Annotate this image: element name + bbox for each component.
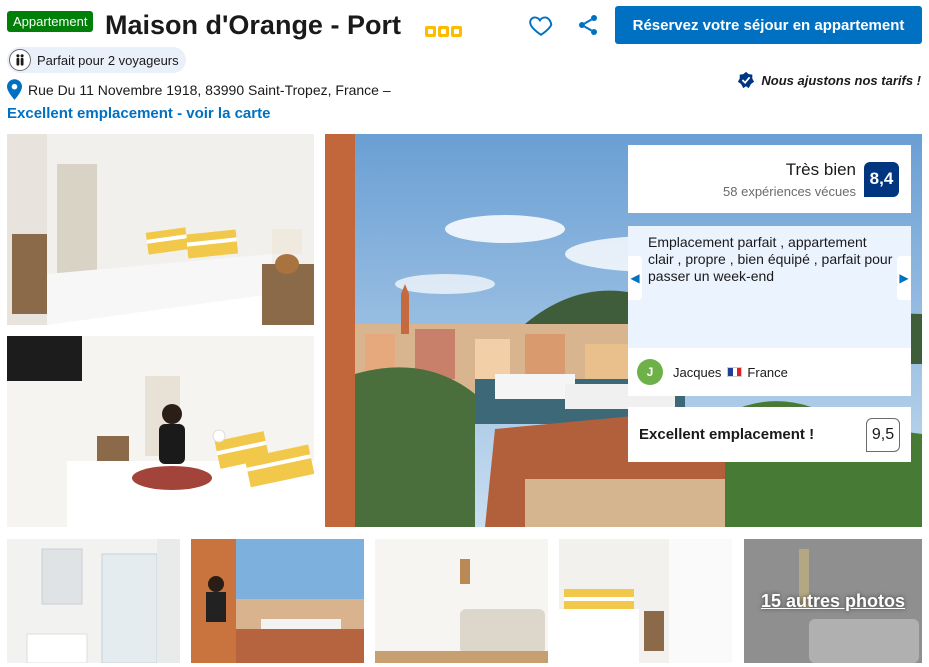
price-guarantee[interactable]: Nous ajustons nos tarifs ! bbox=[737, 71, 921, 89]
reviewer-info: J Jacques France bbox=[628, 348, 911, 396]
location-map-link[interactable]: Excellent emplacement - voir la carte bbox=[7, 105, 270, 122]
travellers-badge: Parfait pour 2 voyageurs bbox=[7, 47, 186, 73]
star-icon bbox=[438, 26, 449, 37]
location-score-label: Excellent emplacement ! bbox=[639, 426, 815, 443]
verified-check-icon bbox=[738, 71, 755, 89]
photo-balcony[interactable] bbox=[191, 539, 364, 663]
people-icon bbox=[9, 49, 31, 71]
map-pin-icon bbox=[7, 79, 22, 100]
address-text: Rue Du 11 Novembre 1918, 83990 Saint-Tro… bbox=[28, 81, 391, 98]
share-icon[interactable] bbox=[576, 13, 600, 37]
rating-word: Très bien bbox=[785, 159, 856, 179]
address: Rue Du 11 Novembre 1918, 83990 Saint-Tro… bbox=[7, 79, 391, 100]
next-review-button[interactable]: ▶ bbox=[897, 256, 911, 300]
favorite-heart-icon[interactable] bbox=[528, 12, 554, 38]
property-title: Maison d'Orange - Port bbox=[105, 10, 401, 40]
location-score-value: 9,5 bbox=[866, 417, 900, 452]
star-icon bbox=[451, 26, 462, 37]
star-icon bbox=[425, 26, 436, 37]
review-quote: Emplacement parfait , appartement clair … bbox=[648, 234, 893, 284]
photo-bathroom[interactable] bbox=[7, 539, 180, 663]
location-score: Excellent emplacement ! 9,5 bbox=[628, 407, 911, 462]
property-type-badge: Appartement bbox=[7, 11, 94, 32]
rating-count: 58 expériences vécues bbox=[723, 183, 856, 199]
reserve-button[interactable]: Réservez votre séjour en appartement bbox=[615, 6, 922, 44]
travellers-label: Parfait pour 2 voyageurs bbox=[37, 52, 179, 68]
photo-bedroom-3[interactable] bbox=[559, 539, 732, 663]
reviewer-avatar: J bbox=[637, 359, 663, 385]
reviewer-country: France bbox=[747, 364, 788, 380]
photo-bedroom-1[interactable] bbox=[7, 134, 314, 325]
price-guarantee-label: Nous ajustons nos tarifs ! bbox=[761, 72, 921, 88]
photo-bedroom-2[interactable] bbox=[7, 336, 314, 527]
star-rating bbox=[425, 26, 462, 37]
france-flag-icon bbox=[727, 367, 743, 377]
reviewer-name: Jacques bbox=[673, 364, 722, 380]
rating-summary[interactable]: Très bien 58 expériences vécues 8,4 bbox=[628, 145, 911, 213]
rating-score-badge: 8,4 bbox=[864, 161, 899, 197]
review-quote-card: ◀ Emplacement parfait , appartement clai… bbox=[628, 226, 911, 396]
photo-living-room[interactable] bbox=[375, 539, 548, 663]
previous-review-button[interactable]: ◀ bbox=[628, 256, 642, 300]
more-photos-link[interactable]: 15 autres photos bbox=[744, 539, 922, 663]
chevron-right-icon: ▶ bbox=[899, 271, 909, 285]
chevron-left-icon: ◀ bbox=[630, 271, 640, 285]
